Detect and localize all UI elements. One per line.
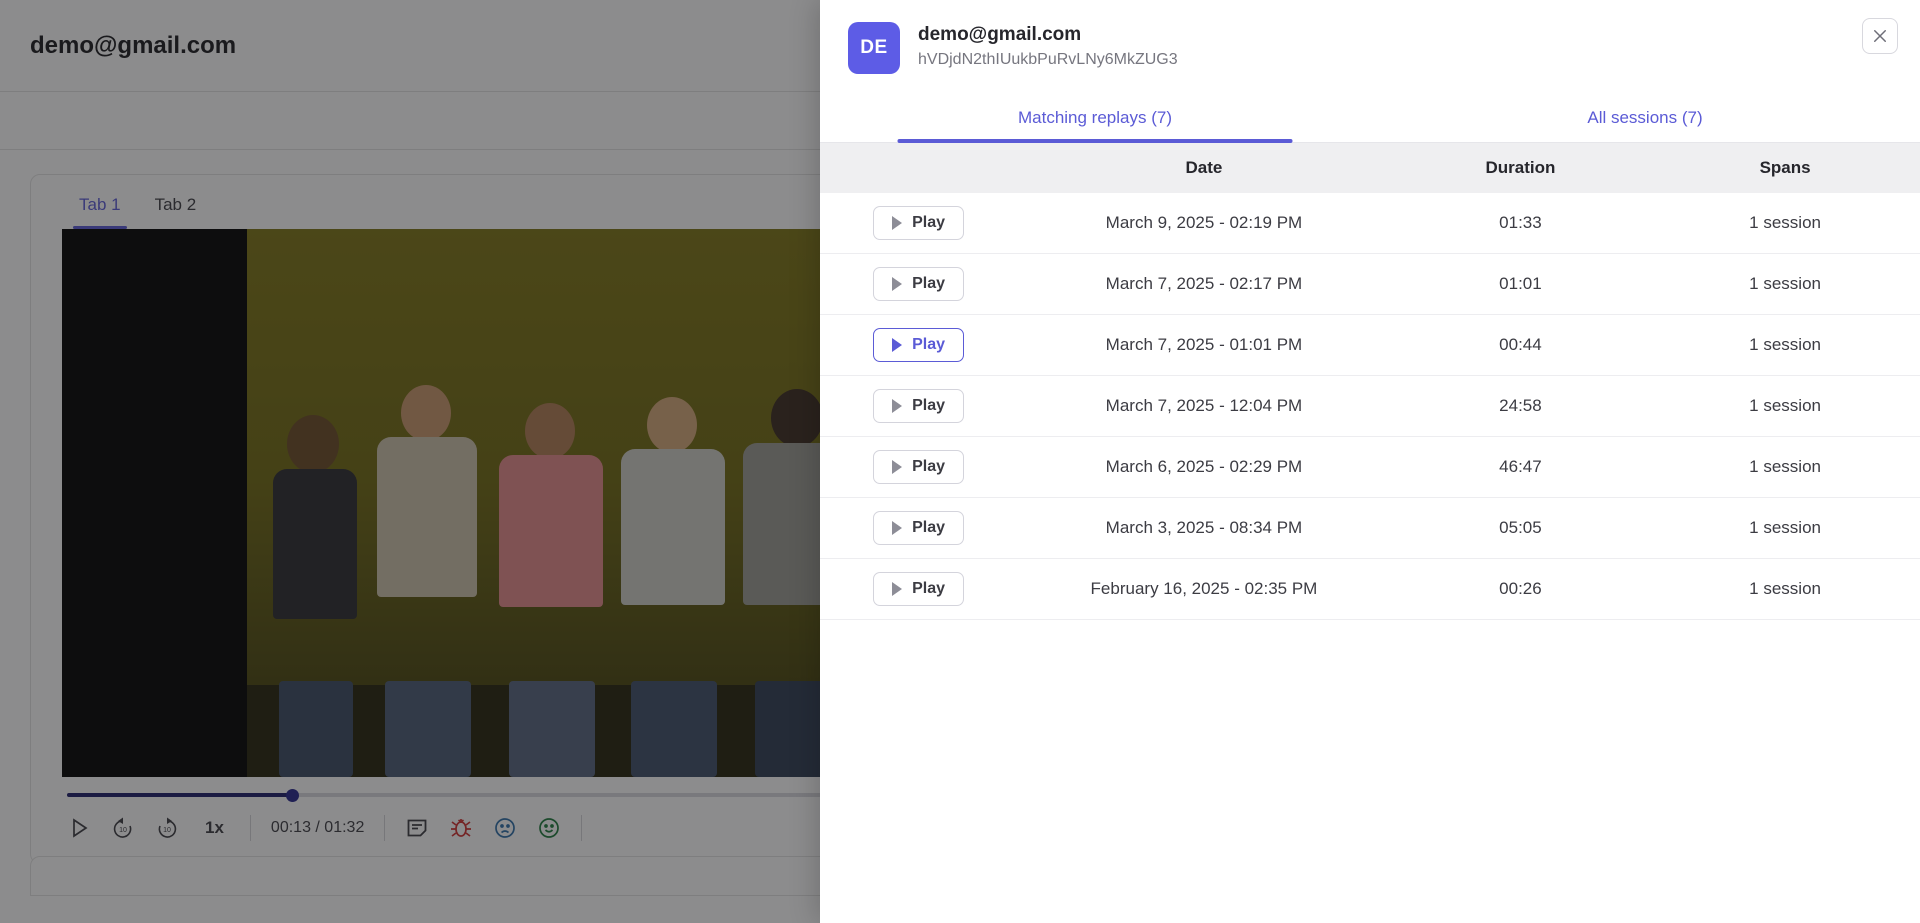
column-header-date: Date — [1017, 143, 1391, 193]
tab-matching-replays[interactable]: Matching replays (7) — [820, 96, 1370, 142]
table-header-row: Date Duration Spans — [820, 143, 1920, 193]
cell-spans: 1 session — [1650, 437, 1920, 498]
cell-duration: 24:58 — [1391, 376, 1650, 437]
play-button-label: Play — [912, 458, 945, 476]
cell-play: Play — [820, 193, 1017, 254]
play-button-label: Play — [912, 275, 945, 293]
cell-date: March 7, 2025 - 01:01 PM — [1017, 315, 1391, 376]
cell-date: March 3, 2025 - 08:34 PM — [1017, 498, 1391, 559]
drawer-tabs: Matching replays (7) All sessions (7) — [820, 96, 1920, 143]
play-button[interactable]: Play — [873, 389, 964, 423]
sessions-table-head: Date Duration Spans — [820, 143, 1920, 193]
play-triangle-icon — [892, 460, 902, 474]
cell-duration: 00:26 — [1391, 559, 1650, 620]
sessions-table-body: PlayMarch 9, 2025 - 02:19 PM01:331 sessi… — [820, 193, 1920, 620]
cell-play: Play — [820, 254, 1017, 315]
table-row[interactable]: Play March 7, 2025 - 12:04 PM24:581 sessi… — [820, 376, 1920, 437]
drawer-user-info: demo@gmail.com hVDjdN2thIUukbPuRvLNy6MkZ… — [918, 22, 1178, 69]
column-header-spans: Spans — [1650, 143, 1920, 193]
cell-play: Play — [820, 559, 1017, 620]
play-button-label: Play — [912, 336, 945, 354]
cell-duration: 46:47 — [1391, 437, 1650, 498]
drawer-user-email: demo@gmail.com — [918, 24, 1178, 46]
column-header-play — [820, 143, 1017, 193]
table-row[interactable]: Play February 16, 2025 - 02:35 PM00:261 s… — [820, 559, 1920, 620]
table-row[interactable]: Play March 7, 2025 - 01:01 PM00:441 sessi… — [820, 315, 1920, 376]
cell-play: Play — [820, 498, 1017, 559]
sessions-table: Date Duration Spans Play March 9, 2025 - … — [820, 143, 1920, 620]
close-button[interactable] — [1862, 18, 1898, 54]
table-row[interactable]: Play March 6, 2025 - 02:29 PM46:471 sessi… — [820, 437, 1920, 498]
table-row[interactable]: Play March 3, 2025 - 08:34 PM05:051 sessi… — [820, 498, 1920, 559]
cell-spans: 1 session — [1650, 559, 1920, 620]
cell-spans: 1 session — [1650, 254, 1920, 315]
play-button[interactable]: Play — [873, 206, 964, 240]
cell-spans: 1 session — [1650, 315, 1920, 376]
cell-date: March 9, 2025 - 02:19 PM — [1017, 193, 1391, 254]
play-button-label: Play — [912, 519, 945, 537]
play-button-label: Play — [912, 214, 945, 232]
cell-date: March 7, 2025 - 12:04 PM — [1017, 376, 1391, 437]
play-triangle-icon — [892, 521, 902, 535]
cell-play: Play — [820, 315, 1017, 376]
drawer-header: DE demo@gmail.com hVDjdN2thIUukbPuRvLNy6… — [820, 0, 1920, 74]
avatar: DE — [848, 22, 900, 74]
play-button[interactable]: Play — [873, 572, 964, 606]
cell-play: Play — [820, 437, 1017, 498]
cell-duration: 00:44 — [1391, 315, 1650, 376]
session-drawer: DE demo@gmail.com hVDjdN2thIUukbPuRvLNy6… — [820, 0, 1920, 923]
table-row[interactable]: Play March 7, 2025 - 02:17 PM01:011 sessi… — [820, 254, 1920, 315]
play-button-label: Play — [912, 397, 945, 415]
tab-all-sessions-label: All sessions (7) — [1587, 108, 1702, 127]
cell-date: March 7, 2025 - 02:17 PM — [1017, 254, 1391, 315]
tab-matching-replays-label: Matching replays (7) — [1018, 108, 1172, 127]
cell-spans: 1 session — [1650, 193, 1920, 254]
cell-spans: 1 session — [1650, 498, 1920, 559]
play-button[interactable]: Play — [873, 267, 964, 301]
play-button[interactable]: Play — [873, 511, 964, 545]
column-header-duration: Duration — [1391, 143, 1650, 193]
cell-duration: 05:05 — [1391, 498, 1650, 559]
cell-duration: 01:33 — [1391, 193, 1650, 254]
play-triangle-icon — [892, 582, 902, 596]
play-button[interactable]: Play — [873, 328, 964, 362]
cell-duration: 01:01 — [1391, 254, 1650, 315]
tab-all-sessions[interactable]: All sessions (7) — [1370, 96, 1920, 142]
cell-date: February 16, 2025 - 02:35 PM — [1017, 559, 1391, 620]
play-button[interactable]: Play — [873, 450, 964, 484]
play-button-label: Play — [912, 580, 945, 598]
play-triangle-icon — [892, 338, 902, 352]
play-triangle-icon — [892, 216, 902, 230]
cell-date: March 6, 2025 - 02:29 PM — [1017, 437, 1391, 498]
play-triangle-icon — [892, 277, 902, 291]
table-row[interactable]: Play March 9, 2025 - 02:19 PM01:331 sessi… — [820, 193, 1920, 254]
cell-spans: 1 session — [1650, 376, 1920, 437]
cell-play: Play — [820, 376, 1017, 437]
close-icon — [1871, 27, 1889, 45]
drawer-user-id: hVDjdN2thIUukbPuRvLNy6MkZUG3 — [918, 51, 1178, 69]
play-triangle-icon — [892, 399, 902, 413]
